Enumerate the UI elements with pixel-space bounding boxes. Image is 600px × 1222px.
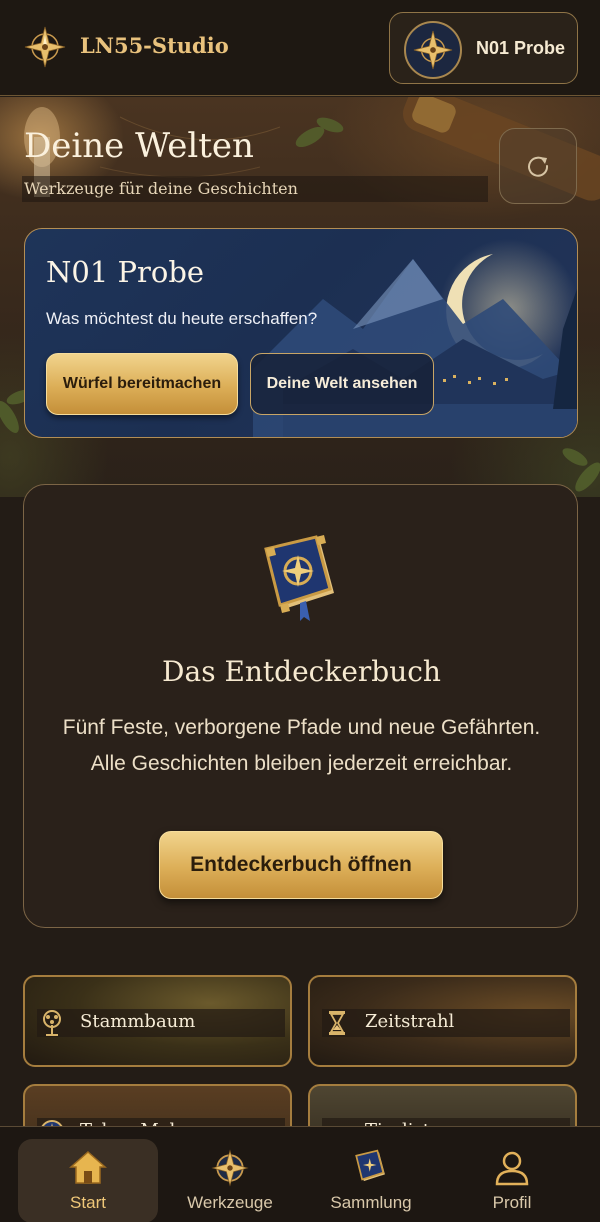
view-world-button[interactable]: Deine Welt ansehen — [250, 353, 434, 415]
page-title: Deine Welten — [24, 126, 254, 166]
nav-label: Werkzeuge — [187, 1193, 273, 1212]
book-icon — [264, 535, 334, 621]
compass-star-icon — [24, 26, 66, 68]
prepare-dice-button[interactable]: Würfel bereitmachen — [46, 353, 238, 415]
nav-label: Profil — [492, 1193, 532, 1212]
nav-item-tools[interactable]: Werkzeuge — [160, 1139, 300, 1222]
world-avatar — [404, 21, 462, 79]
refresh-icon — [528, 156, 549, 177]
home-icon — [69, 1150, 107, 1184]
compass-star-icon — [211, 1149, 249, 1187]
book-icon — [355, 1149, 385, 1182]
refresh-button[interactable] — [499, 128, 577, 204]
world-prompt: Was möchtest du heute erschaffen? — [46, 309, 318, 328]
nav-item-collection[interactable]: Sammlung — [301, 1139, 441, 1222]
current-world-name: N01 Probe — [476, 38, 566, 58]
tool-label: Stammbaum — [80, 1011, 196, 1032]
nav-item-profile[interactable]: Profil — [442, 1139, 582, 1222]
tool-label: Zeitstrahl — [365, 1011, 455, 1032]
person-icon — [495, 1151, 529, 1186]
tree-icon — [43, 1010, 61, 1036]
discovery-book-card: Das Entdeckerbuch Fünf Feste, verborgene… — [23, 484, 578, 928]
nav-item-start[interactable]: Start — [18, 1139, 158, 1222]
world-switcher-button[interactable]: N01 Probe — [389, 12, 578, 84]
nav-label: Sammlung — [330, 1193, 412, 1212]
world-title: N01 Probe — [46, 255, 205, 289]
discovery-title: Das Entdeckerbuch — [162, 655, 441, 688]
tool-tile-timeline[interactable]: Zeitstrahl — [308, 975, 577, 1067]
world-card: N01 Probe Was möchtest du heute erschaff… — [24, 228, 578, 438]
bottom-navigation: Start Werkzeuge Sammlung Profil — [0, 1126, 600, 1222]
compass-star-icon — [413, 30, 453, 70]
brand-name: LN55-Studio — [80, 33, 229, 58]
discovery-description: Fünf Feste, verborgene Pfade und neue Ge… — [62, 716, 541, 775]
app-header: LN55-Studio N01 Probe — [0, 0, 600, 96]
open-discovery-book-button[interactable]: Entdeckerbuch öffnen — [159, 831, 443, 899]
page-subtitle: Werkzeuge für deine Geschichten — [22, 176, 488, 202]
tool-tile-family-tree[interactable]: Stammbaum — [23, 975, 292, 1067]
nav-label: Start — [70, 1193, 106, 1212]
hourglass-icon — [329, 1011, 345, 1035]
